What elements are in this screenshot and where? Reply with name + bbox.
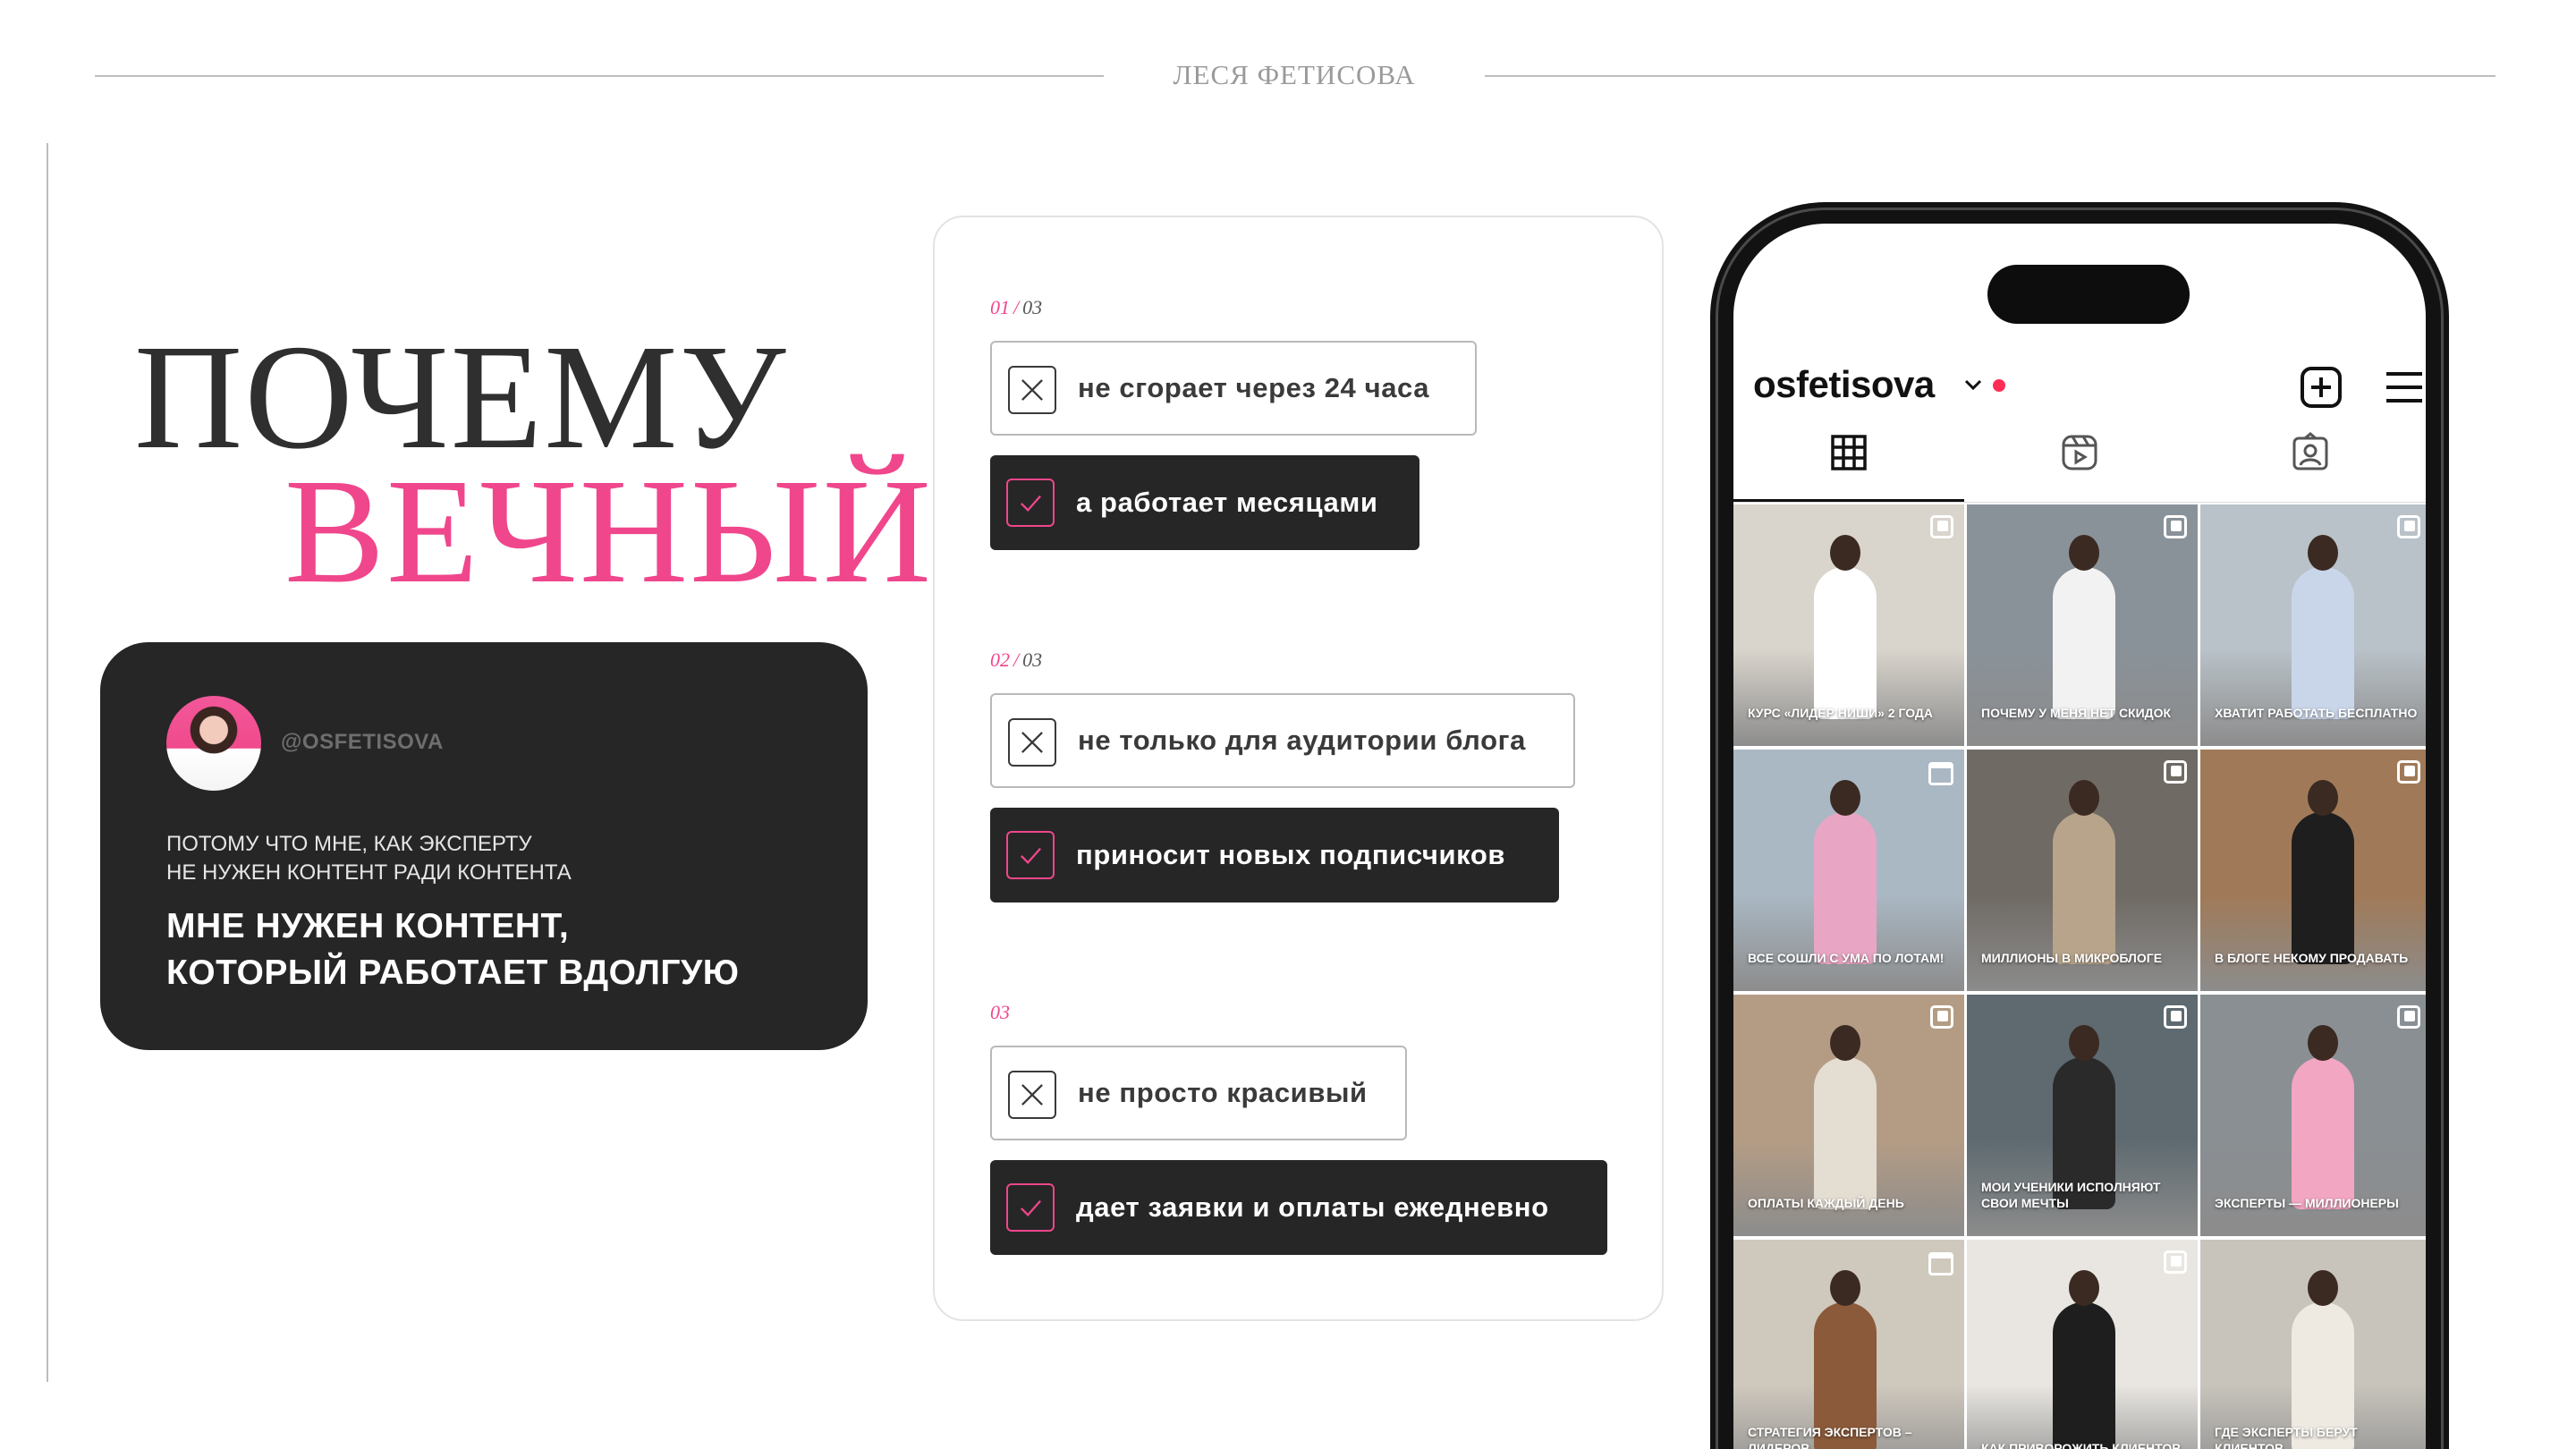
tagged-icon[interactable] xyxy=(2289,431,2332,474)
header-rule-right xyxy=(1485,75,2496,77)
post-photo-figure xyxy=(2053,567,2115,719)
create-post-icon[interactable] xyxy=(2301,367,2342,408)
grid-icon[interactable] xyxy=(1827,431,1870,474)
post-tile[interactable]: ГДЕ ЭКСПЕРТЫ БЕРУТ КЛИЕНТОВ xyxy=(2200,1240,2426,1449)
post-tile[interactable]: СТРАТЕГИЯ ЭКСПЕРТОВ – ЛИДЕРОВ xyxy=(1733,1240,1964,1449)
carousel-icon xyxy=(2397,1005,2420,1029)
post-tile[interactable]: ХВАТИТ РАБОТАТЬ БЕСПЛАТНО xyxy=(2200,504,2426,746)
post-photo-figure xyxy=(1814,1057,1877,1209)
post-photo-head xyxy=(1830,780,1860,816)
notification-dot xyxy=(1993,379,2005,392)
side-rule xyxy=(47,143,48,1382)
post-tile[interactable]: ПОЧЕМУ У МЕНЯ НЕТ СКИДОК xyxy=(1967,504,2198,746)
phone-mockup: osfetisova КУРС «ЛИДЕР НИШИ» 2 ГОДА ПОЧЕМ… xyxy=(1710,202,2449,1449)
chevron-down-icon[interactable] xyxy=(1961,372,1986,397)
carousel-icon xyxy=(2164,1250,2187,1274)
header-rule-left xyxy=(95,75,1104,77)
check-icon xyxy=(1006,479,1055,527)
post-caption: ХВАТИТ РАБОТАТЬ БЕСПЛАТНО xyxy=(2215,706,2418,720)
check-icon xyxy=(1006,1183,1055,1232)
post-photo-figure xyxy=(2053,812,2115,964)
reels-icon[interactable] xyxy=(2058,431,2101,474)
profile-statement: МНЕ НУЖЕН КОНТЕНТ, КОТОРЫЙ РАБОТАЕТ ВДОЛ… xyxy=(166,907,740,992)
menu-icon[interactable] xyxy=(2386,372,2422,402)
dynamic-island xyxy=(1987,265,2190,324)
cross-icon xyxy=(1008,1071,1056,1119)
carousel-icon xyxy=(2164,1005,2187,1029)
carousel-icon xyxy=(2397,515,2420,538)
post-caption: ВСЕ СОШЛИ С УМА ПО ЛОТАМ! xyxy=(1748,951,1945,965)
check-icon xyxy=(1006,831,1055,879)
cross-icon xyxy=(1008,366,1056,414)
post-tile[interactable]: ВСЕ СОШЛИ С УМА ПО ЛОТАМ! xyxy=(1733,750,1964,991)
post-caption: ПОЧЕМУ У МЕНЯ НЕТ СКИДОК xyxy=(1981,706,2172,720)
positive-item: приносит новых подписчиков xyxy=(990,808,1559,902)
post-caption: ЭКСПЕРТЫ — МИЛЛИОНЕРЫ xyxy=(2215,1196,2399,1210)
post-photo-figure xyxy=(2292,567,2354,719)
negative-item: не просто красивый xyxy=(990,1046,1407,1140)
carousel-icon xyxy=(2397,760,2420,784)
post-photo-figure xyxy=(1814,567,1877,719)
post-tile[interactable]: ЭКСПЕРТЫ — МИЛЛИОНЕРЫ xyxy=(2200,995,2426,1236)
carousel-icon xyxy=(1930,1005,1953,1029)
post-photo-head xyxy=(2308,1270,2338,1306)
profile-card: @OSFETISOVA ПОТОМУ ЧТО МНЕ, КАК ЭКСПЕРТУ… xyxy=(100,642,868,1050)
post-photo-head xyxy=(1830,535,1860,571)
carousel-icon xyxy=(1930,515,1953,538)
step-number: 02/03 xyxy=(990,648,1043,671)
post-tile[interactable]: МОИ УЧЕНИКИ ИСПОЛНЯЮТ СВОИ МЕЧТЫ xyxy=(1967,995,2198,1236)
post-caption: КАК ПРИВОРОЖИТЬ КЛИЕНТОВ xyxy=(1981,1441,2182,1449)
post-photo-figure xyxy=(2292,812,2354,964)
post-tile[interactable]: ОПЛАТЫ КАЖДЫЙ ДЕНЬ xyxy=(1733,995,1964,1236)
tab-divider xyxy=(1733,502,2426,503)
positive-item: дает заявки и оплаты ежедневно xyxy=(990,1160,1607,1255)
post-caption: СТРАТЕГИЯ ЭКСПЕРТОВ – ЛИДЕРОВ xyxy=(1748,1425,1912,1449)
post-photo-head xyxy=(2308,535,2338,571)
profile-subtitle: ПОТОМУ ЧТО МНЕ, КАК ЭКСПЕРТУ НЕ НУЖЕН КО… xyxy=(166,832,572,885)
post-photo-head xyxy=(2308,1025,2338,1061)
post-photo-head xyxy=(2308,780,2338,816)
carousel-icon xyxy=(2164,515,2187,538)
positive-item: а работает месяцами xyxy=(990,455,1419,550)
post-grid: КУРС «ЛИДЕР НИШИ» 2 ГОДА ПОЧЕМУ У МЕНЯ НЕ… xyxy=(1733,504,2426,1449)
negative-item: не сгорает через 24 часа xyxy=(990,341,1477,436)
post-caption: МОИ УЧЕНИКИ ИСПОЛНЯЮТ СВОИ МЕЧТЫ xyxy=(1981,1180,2161,1210)
post-caption: В БЛОГЕ НЕКОМУ ПРОДАВАТЬ xyxy=(2215,951,2409,965)
post-photo-head xyxy=(2069,1025,2099,1061)
post-tile[interactable]: В БЛОГЕ НЕКОМУ ПРОДАВАТЬ xyxy=(2200,750,2426,991)
negative-item: не только для аудитории блога xyxy=(990,693,1575,788)
post-photo-head xyxy=(1830,1025,1860,1061)
post-tile[interactable]: КАК ПРИВОРОЖИТЬ КЛИЕНТОВ xyxy=(1967,1240,2198,1449)
post-photo-head xyxy=(2069,1270,2099,1306)
post-caption: ОПЛАТЫ КАЖДЫЙ ДЕНЬ xyxy=(1748,1196,1904,1210)
avatar xyxy=(166,696,261,791)
step-number: 03 xyxy=(990,1001,1010,1023)
post-tile[interactable]: МИЛЛИОНЫ В МИКРОБЛОГЕ xyxy=(1967,750,2198,991)
post-photo-figure xyxy=(2053,1302,2115,1449)
post-caption: ГДЕ ЭКСПЕРТЫ БЕРУТ КЛИЕНТОВ xyxy=(2215,1425,2358,1449)
calendar-icon xyxy=(1928,1252,1953,1275)
profile-username[interactable]: osfetisova xyxy=(1753,363,1935,406)
post-caption: КУРС «ЛИДЕР НИШИ» 2 ГОДА xyxy=(1748,706,1933,720)
post-photo-head xyxy=(2069,535,2099,571)
post-photo-head xyxy=(1830,1270,1860,1306)
profile-handle: @OSFETISOVA xyxy=(281,730,444,754)
post-caption: МИЛЛИОНЫ В МИКРОБЛОГЕ xyxy=(1981,951,2163,965)
post-tile[interactable]: КУРС «ЛИДЕР НИШИ» 2 ГОДА xyxy=(1733,504,1964,746)
brand-name: ЛЕСЯ ФЕТИСОВА xyxy=(1173,59,1416,90)
title-line-2: ВЕЧНЫЙ? xyxy=(284,448,1002,614)
post-photo-figure xyxy=(1814,812,1877,964)
calendar-icon xyxy=(1928,762,1953,785)
post-photo-head xyxy=(2069,780,2099,816)
post-photo-figure xyxy=(2292,1057,2354,1209)
comparison-card: 01/03 не сгорает через 24 часа а работае… xyxy=(933,216,1664,1321)
carousel-icon xyxy=(2164,760,2187,784)
cross-icon xyxy=(1008,718,1056,767)
phone-screen: osfetisova КУРС «ЛИДЕР НИШИ» 2 ГОДА ПОЧЕМ… xyxy=(1733,224,2426,1449)
step-number: 01/03 xyxy=(990,296,1043,318)
